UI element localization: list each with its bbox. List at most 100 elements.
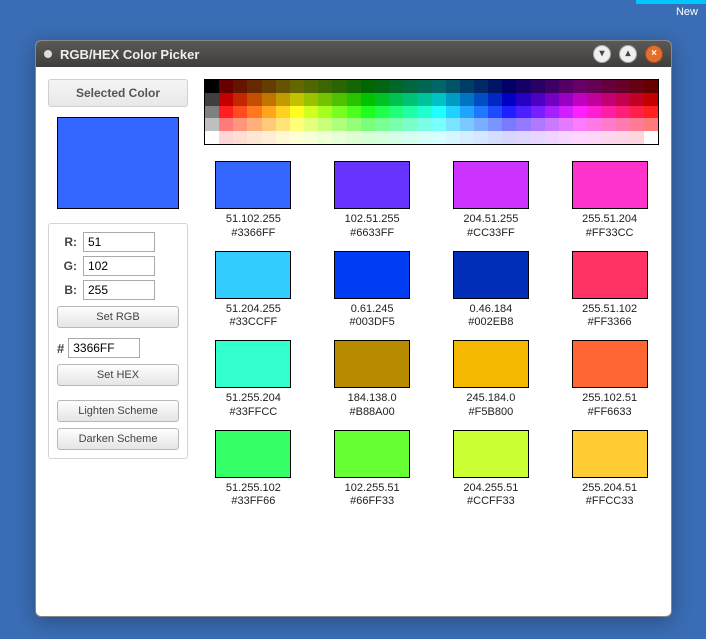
palette-cell[interactable] [361,93,375,106]
palette-cell[interactable] [247,93,261,106]
palette-cell[interactable] [247,80,261,93]
palette-cell[interactable] [318,106,332,119]
palette-cell[interactable] [290,106,304,119]
palette-cell[interactable] [446,106,460,119]
palette-cell[interactable] [417,131,431,144]
close-button[interactable]: × [645,45,663,63]
palette-cell[interactable] [502,80,516,93]
palette-cell[interactable] [318,80,332,93]
palette-cell[interactable] [205,131,219,144]
palette-cell[interactable] [247,106,261,119]
palette-cell[interactable] [247,118,261,131]
palette-cell[interactable] [403,80,417,93]
palette-cell[interactable] [403,93,417,106]
palette-cell[interactable] [219,106,233,119]
palette-cell[interactable] [318,118,332,131]
palette-cell[interactable] [460,106,474,119]
selected-color-swatch[interactable] [57,117,179,209]
palette-cell[interactable] [488,118,502,131]
palette-cell[interactable] [573,131,587,144]
palette-cell[interactable] [276,118,290,131]
palette-cell[interactable] [559,131,573,144]
palette-cell[interactable] [474,106,488,119]
darken-scheme-button[interactable]: Darken Scheme [57,428,179,450]
palette-cell[interactable] [375,93,389,106]
palette-cell[interactable] [233,93,247,106]
palette-cell[interactable] [276,106,290,119]
scheme-swatch-color[interactable] [334,430,410,478]
palette-cell[interactable] [403,106,417,119]
palette-cell[interactable] [474,131,488,144]
palette-cell[interactable] [276,80,290,93]
scheme-swatch-color[interactable] [453,430,529,478]
lighten-scheme-button[interactable]: Lighten Scheme [57,400,179,422]
palette-cell[interactable] [616,80,630,93]
palette-cell[interactable] [219,131,233,144]
palette-cell[interactable] [389,93,403,106]
palette-cell[interactable] [460,93,474,106]
palette-cell[interactable] [347,93,361,106]
palette-cell[interactable] [545,131,559,144]
r-input[interactable] [83,232,155,252]
palette-cell[interactable] [573,106,587,119]
palette-cell[interactable] [474,80,488,93]
scheme-swatch-color[interactable] [453,251,529,299]
palette-cell[interactable] [601,80,615,93]
palette-cell[interactable] [559,93,573,106]
palette-cell[interactable] [403,118,417,131]
palette-cell[interactable] [347,118,361,131]
palette-cell[interactable] [460,118,474,131]
palette-cell[interactable] [417,93,431,106]
g-input[interactable] [83,256,155,276]
palette-cell[interactable] [432,106,446,119]
palette-cell[interactable] [432,118,446,131]
palette-cell[interactable] [290,93,304,106]
palette-cell[interactable] [644,93,658,106]
palette-cell[interactable] [432,80,446,93]
palette-cell[interactable] [432,93,446,106]
palette-cell[interactable] [347,80,361,93]
titlebar[interactable]: RGB/HEX Color Picker ▾ ▴ × [36,41,671,67]
palette-cell[interactable] [559,80,573,93]
palette-cell[interactable] [233,131,247,144]
palette-cell[interactable] [403,131,417,144]
palette-cell[interactable] [502,106,516,119]
palette-cell[interactable] [332,80,346,93]
palette-cell[interactable] [587,106,601,119]
palette-cell[interactable] [630,80,644,93]
palette-cell[interactable] [559,118,573,131]
palette-cell[interactable] [446,131,460,144]
palette-cell[interactable] [644,118,658,131]
palette-cell[interactable] [616,93,630,106]
palette-cell[interactable] [332,93,346,106]
palette-cell[interactable] [375,106,389,119]
palette-cell[interactable] [304,131,318,144]
scheme-swatch-color[interactable] [572,430,648,478]
maximize-button[interactable]: ▴ [619,45,637,63]
palette-cell[interactable] [488,106,502,119]
palette-cell[interactable] [630,131,644,144]
palette-cell[interactable] [545,93,559,106]
palette-cell[interactable] [502,118,516,131]
color-palette-grid[interactable] [204,79,659,145]
palette-cell[interactable] [375,118,389,131]
palette-cell[interactable] [516,118,530,131]
palette-cell[interactable] [502,93,516,106]
palette-cell[interactable] [644,80,658,93]
palette-cell[interactable] [630,106,644,119]
palette-cell[interactable] [531,93,545,106]
palette-cell[interactable] [516,80,530,93]
palette-cell[interactable] [347,131,361,144]
palette-cell[interactable] [262,93,276,106]
palette-cell[interactable] [262,80,276,93]
palette-cell[interactable] [545,80,559,93]
palette-cell[interactable] [630,93,644,106]
scheme-swatch-color[interactable] [453,340,529,388]
scheme-swatch-color[interactable] [215,251,291,299]
palette-cell[interactable] [573,93,587,106]
palette-cell[interactable] [573,118,587,131]
palette-cell[interactable] [601,106,615,119]
palette-cell[interactable] [290,80,304,93]
palette-cell[interactable] [375,131,389,144]
palette-cell[interactable] [432,131,446,144]
